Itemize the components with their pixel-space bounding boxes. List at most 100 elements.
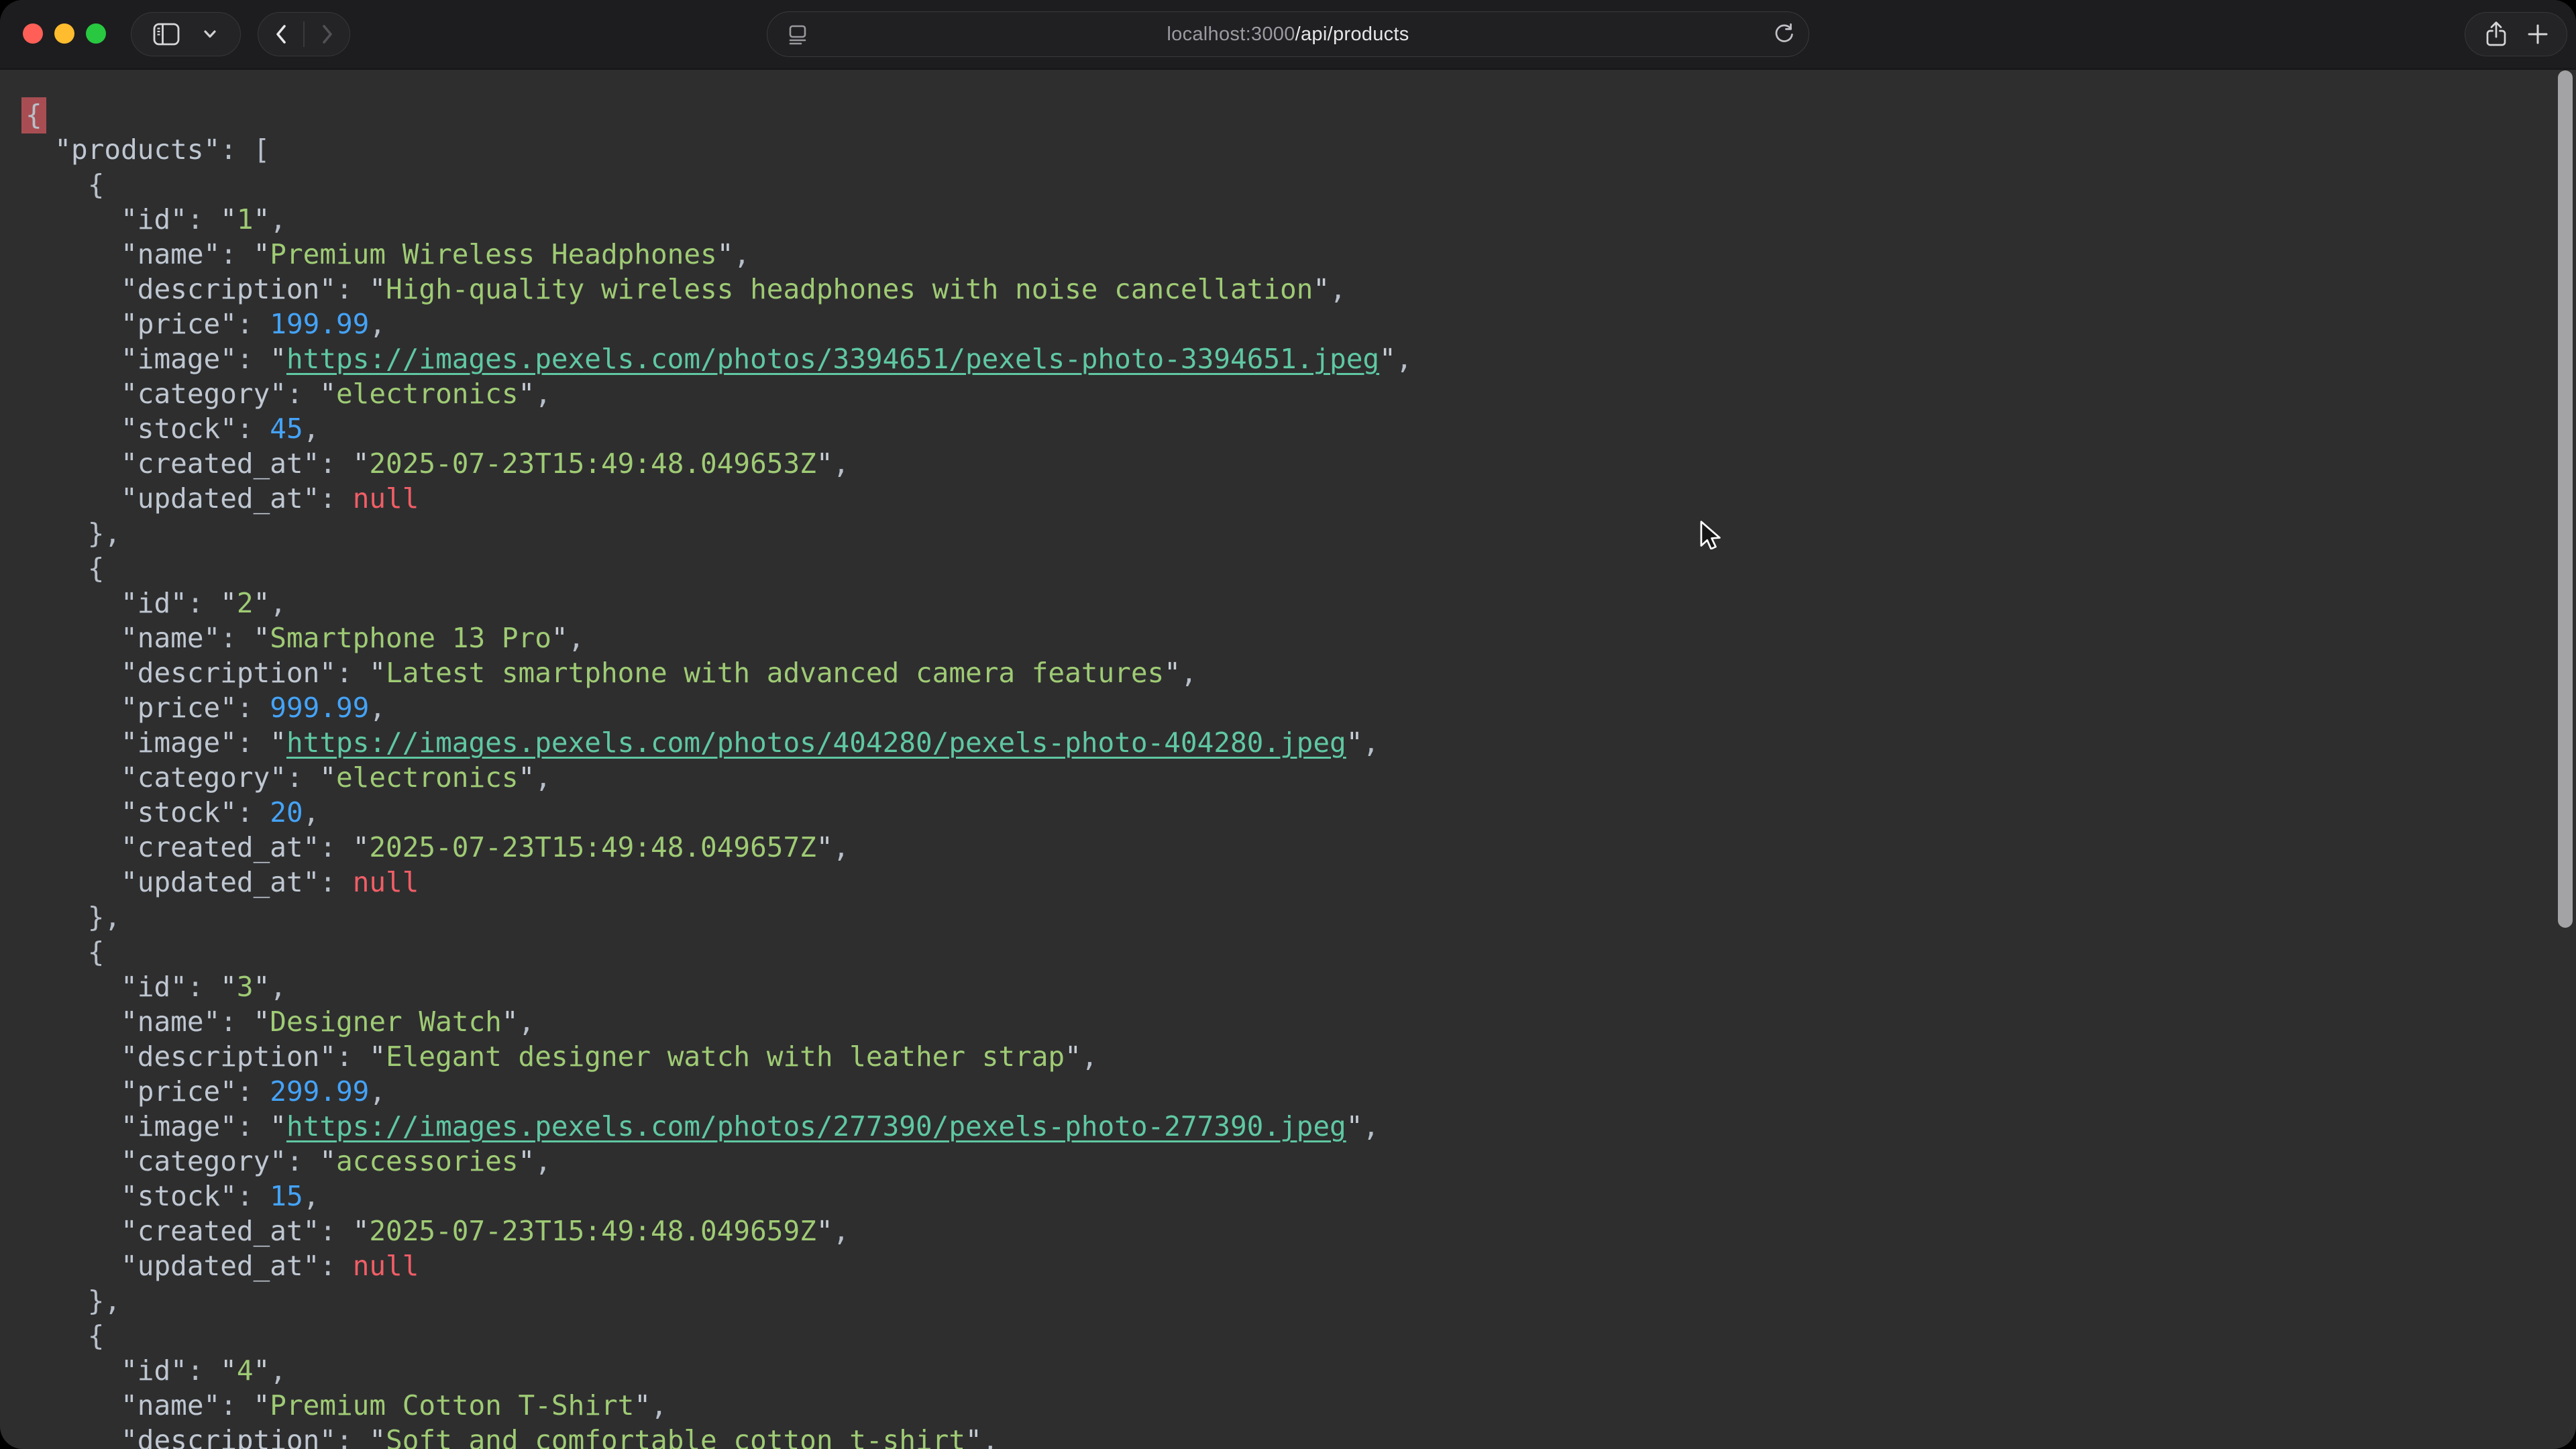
nav-divider: [303, 21, 305, 47]
json-token: 20: [270, 796, 303, 828]
json-token: 1: [237, 203, 254, 235]
json-token: ": [965, 1424, 982, 1449]
json-token: ": [254, 971, 270, 1003]
json-line: "name": "Smartphone 13 Pro",: [21, 621, 2576, 655]
image-url-link[interactable]: https://images.pexels.com/photos/404280/…: [286, 727, 1346, 759]
json-token: },: [88, 517, 121, 549]
page-format-icon[interactable]: [785, 21, 810, 47]
json-token: "price": [121, 1075, 237, 1108]
image-url-link[interactable]: https://images.pexels.com/photos/3394651…: [286, 343, 1379, 375]
json-token: {: [88, 1320, 105, 1352]
back-button[interactable]: [272, 13, 290, 56]
json-token: :: [237, 796, 270, 828]
json-token: ": [220, 971, 237, 1003]
json-token: 3: [237, 971, 254, 1003]
json-token: ": [369, 1040, 386, 1073]
browser-toolbar: localhost:3000/api/products: [0, 0, 2576, 70]
json-token: ": [816, 831, 833, 863]
json-token: ,: [519, 1006, 535, 1038]
json-token: 2025-07-23T15:49:48.049659Z: [369, 1215, 816, 1247]
json-line: "image": "https://images.pexels.com/phot…: [21, 341, 2576, 376]
zoom-button[interactable]: [86, 23, 106, 44]
json-line: "price": 999.99,: [21, 690, 2576, 725]
forward-button[interactable]: [318, 13, 337, 56]
json-viewer[interactable]: {"products": [{"id": "1","name": "Premiu…: [0, 70, 2576, 1449]
json-token: ": [816, 447, 833, 480]
json-token: ": [254, 1006, 270, 1038]
json-token: "updated_at": [121, 1250, 319, 1282]
json-token: ": [220, 203, 237, 235]
json-line: "name": "Premium Wireless Headphones",: [21, 237, 2576, 272]
json-line: "id": "1",: [21, 202, 2576, 237]
url-path: /api/products: [1295, 23, 1409, 45]
json-token: 45: [270, 413, 303, 445]
json-line: "description": "Latest smartphone with a…: [21, 655, 2576, 690]
json-token: :: [187, 587, 220, 619]
minimize-button[interactable]: [54, 23, 74, 44]
json-token: "created_at": [121, 831, 319, 863]
json-token: 2025-07-23T15:49:48.049657Z: [369, 831, 816, 863]
json-token: [: [254, 133, 270, 166]
json-token: {: [88, 552, 105, 584]
chevron-right-icon: [318, 21, 337, 47]
json-line: {: [21, 551, 2576, 586]
json-token: :: [286, 1145, 319, 1177]
json-token: ,: [369, 308, 386, 340]
json-token: "image": [121, 343, 237, 375]
json-token: ,: [369, 692, 386, 724]
close-button[interactable]: [23, 23, 43, 44]
json-token: "description": [121, 273, 336, 305]
json-token: "name": [121, 622, 220, 654]
json-token: ": [254, 1354, 270, 1387]
json-token: ": [519, 378, 535, 410]
json-token: "category": [121, 1145, 286, 1177]
json-token: :: [220, 622, 253, 654]
json-token: ,: [369, 1075, 386, 1108]
json-token: ": [254, 622, 270, 654]
share-button[interactable]: [2483, 13, 2510, 56]
actions-group: [2465, 12, 2567, 56]
json-token: ,: [651, 1389, 667, 1421]
json-token: ,: [568, 622, 585, 654]
reload-icon: [1771, 21, 1796, 47]
json-token: electronics: [336, 378, 519, 410]
json-token: "created_at": [121, 447, 319, 480]
scrollbar-thumb[interactable]: [2558, 70, 2573, 928]
json-token: ": [270, 1110, 286, 1142]
json-token: ,: [833, 447, 850, 480]
json-token: "image": [121, 1110, 237, 1142]
json-token: "updated_at": [121, 866, 319, 898]
json-token: ,: [733, 238, 750, 270]
json-line: "price": 299.99,: [21, 1074, 2576, 1109]
json-token: },: [88, 901, 121, 933]
image-url-link[interactable]: https://images.pexels.com/photos/277390/…: [286, 1110, 1346, 1142]
json-token: Premium Cotton T-Shirt: [270, 1389, 634, 1421]
share-icon: [2483, 19, 2510, 50]
json-line: "description": "Elegant designer watch w…: [21, 1039, 2576, 1074]
json-token: ,: [270, 587, 286, 619]
sidebar-toggle-button[interactable]: [152, 13, 180, 56]
json-line: "stock": 15,: [21, 1179, 2576, 1214]
json-line: "category": "electronics",: [21, 760, 2576, 795]
json-token: :: [220, 1389, 253, 1421]
json-token: 199.99: [270, 308, 369, 340]
tab-group-chevron-button[interactable]: [201, 13, 219, 56]
navigation-group: [258, 12, 350, 56]
reload-button[interactable]: [1771, 21, 1796, 47]
json-line: "updated_at": null: [21, 865, 2576, 900]
json-token: :: [237, 727, 270, 759]
json-token: :: [237, 343, 270, 375]
json-token: ": [270, 343, 286, 375]
address-bar[interactable]: localhost:3000/api/products: [767, 11, 1809, 57]
json-token: :: [237, 1110, 270, 1142]
json-token: "id": [121, 203, 187, 235]
json-token: :: [319, 831, 352, 863]
json-token: :: [319, 1215, 352, 1247]
json-token: ": [353, 447, 370, 480]
url-host: localhost:3000: [1167, 23, 1295, 45]
json-token: ": [519, 1145, 535, 1177]
json-line: "category": "accessories",: [21, 1144, 2576, 1179]
new-tab-button[interactable]: [2526, 13, 2549, 56]
json-token: ": [254, 238, 270, 270]
json-token: :: [187, 1354, 220, 1387]
